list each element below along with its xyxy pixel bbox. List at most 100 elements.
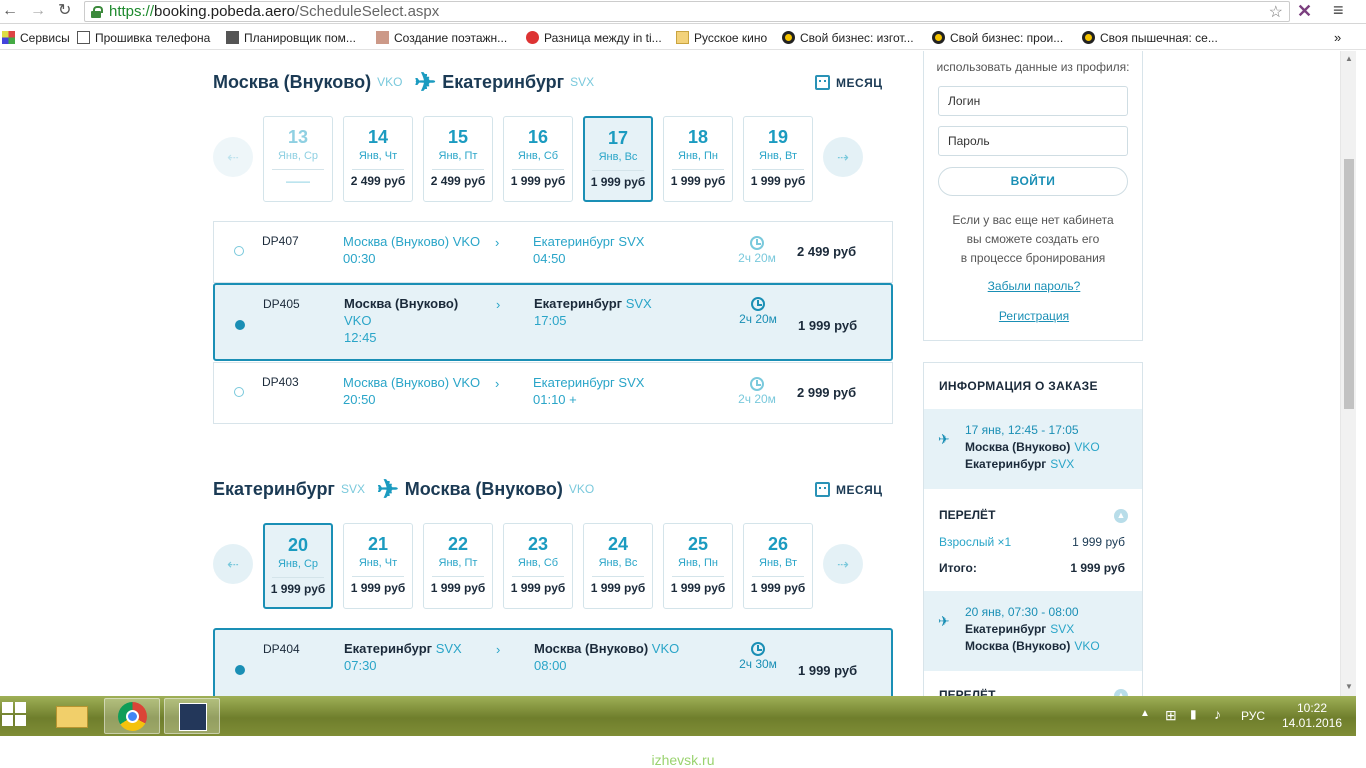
url-text[interactable]: https://booking.pobeda.aero/ScheduleSele… [109, 3, 439, 21]
flight-radio[interactable] [235, 320, 245, 330]
date-weekday: Янв, Вт [759, 150, 797, 162]
prev-dates-button[interactable]: ⇠ [213, 544, 253, 584]
date-card[interactable]: 25 Янв, Пн 1 999 руб [663, 523, 733, 609]
tray-expand-icon[interactable]: ▲ [1140, 708, 1150, 719]
login-button[interactable]: ВОЙТИ [938, 167, 1128, 196]
divider [352, 576, 404, 577]
date-number: 18 [687, 127, 709, 147]
collapse-chevron-icon[interactable]: ▲ [1114, 509, 1128, 523]
scroll-thumb[interactable] [1344, 159, 1354, 409]
flight-row[interactable]: DP403 Москва (Внуково) VKO 20:50 › Екатеринб… [213, 362, 893, 424]
network-icon[interactable]: ▮ [1190, 707, 1197, 721]
bookmarks-more-button[interactable]: » [1334, 31, 1341, 45]
segment-time: 20 янв, 07:30 - 08:00 [965, 605, 1079, 619]
date-card[interactable]: 20 Янв, Ср 1 999 руб [263, 523, 333, 609]
bookmark-folder[interactable]: Русское кино [676, 31, 767, 45]
screen: { "browser": { "url_scheme": "https://",… [0, 0, 1366, 768]
flight-radio[interactable] [234, 387, 244, 397]
date-weekday: Янв, Вт [759, 557, 797, 569]
flight-price: 1 999 руб [798, 318, 858, 333]
divider [272, 169, 324, 170]
date-weekday: Янв, Пн [678, 557, 718, 569]
chrome-icon[interactable] [104, 698, 160, 734]
file-explorer-icon[interactable] [44, 698, 100, 734]
divider [512, 576, 564, 577]
date-card[interactable]: 23 Янв, Сб 1 999 руб [503, 523, 573, 609]
flight-radio[interactable] [234, 246, 244, 256]
back-arrow-icon[interactable]: ← [2, 2, 18, 20]
forward-arrow-icon[interactable]: → [30, 2, 46, 20]
next-dates-button[interactable]: ⇢ [823, 137, 863, 177]
departure-info: Москва (Внуково) VKO 00:30 [343, 234, 481, 266]
bookmark-item[interactable]: Прошивка телефона [77, 31, 210, 45]
clock[interactable]: 10:22 14.01.2016 [1280, 701, 1344, 731]
date-card[interactable]: 15 Янв, Пт 2 499 руб [423, 116, 493, 202]
watermark-area: izhevsk.ru [0, 736, 1366, 768]
scroll-up-icon[interactable]: ▲ [1345, 54, 1353, 63]
date-card[interactable]: 21 Янв, Чт 1 999 руб [343, 523, 413, 609]
flight-number: DP403 [262, 375, 299, 389]
prev-dates-button[interactable]: ⇠ [213, 137, 253, 177]
date-weekday: Янв, Вс [598, 151, 638, 163]
collapse-chevron-icon[interactable]: ▲ [1114, 689, 1128, 696]
bookmark-item[interactable]: Планировщик пом... [226, 31, 356, 45]
month-button[interactable]: МЕСЯЦ [815, 482, 883, 497]
next-dates-button[interactable]: ⇢ [823, 544, 863, 584]
order-segment: ✈ 17 янв, 12:45 - 17:05 Москва (Внуково)… [924, 409, 1142, 489]
bookmark-item[interactable]: Своя пышечная: се... [1082, 31, 1218, 45]
date-price: 1 999 руб [350, 581, 406, 595]
bookmark-star-icon[interactable]: ☆ [1269, 2, 1283, 22]
bookmark-item[interactable]: Свой бизнес: прои... [932, 31, 1063, 45]
scroll-down-icon[interactable]: ▼ [1345, 682, 1353, 691]
extension-icon[interactable]: ✕ [1297, 1, 1312, 22]
reload-icon[interactable]: ↻ [58, 2, 71, 20]
login-input[interactable]: Логин [938, 86, 1128, 116]
date-card[interactable]: 24 Янв, Вс 1 999 руб [583, 523, 653, 609]
order-title: ИНФОРМАЦИЯ О ЗАКАЗЕ [939, 379, 1098, 393]
date-card[interactable]: 13 Янв, Ср —— [263, 116, 333, 202]
windows-start-icon[interactable] [2, 702, 28, 728]
draw-icon [376, 31, 389, 44]
flight-radio[interactable] [235, 665, 245, 675]
language-indicator[interactable]: РУС [1241, 709, 1265, 723]
arrival-plane-icon: ✈ [938, 613, 950, 629]
flag-icon[interactable]: ⊞ [1165, 707, 1177, 724]
date-card[interactable]: 16 Янв, Сб 1 999 руб [503, 116, 573, 202]
departure-info: Москва (Внуково) VKO 20:50 [343, 375, 481, 407]
menu-icon[interactable]: ≡ [1333, 0, 1344, 21]
date-card[interactable]: 19 Янв, Вт 1 999 руб [743, 116, 813, 202]
date-number: 21 [367, 534, 389, 554]
departure-info: Москва (Внуково) VKO 12:45 [344, 296, 459, 345]
arrival-info: Екатеринбург SVX 01:10 + [533, 375, 645, 407]
bookmark-item[interactable]: Свой бизнес: изгот... [782, 31, 914, 45]
drawing-app-icon[interactable] [164, 698, 220, 734]
date-card[interactable]: 26 Янв, Вт 1 999 руб [743, 523, 813, 609]
forgot-password-link[interactable]: Забыли пароль? [924, 279, 1144, 293]
date-card[interactable]: 17 Янв, Вс 1 999 руб [583, 116, 653, 202]
flight-number: DP407 [262, 234, 299, 248]
from-code: VKO [377, 75, 403, 89]
date-card[interactable]: 22 Янв, Пт 1 999 руб [423, 523, 493, 609]
bookmark-services[interactable]: Сервисы [2, 31, 70, 45]
password-input[interactable]: Пароль [938, 126, 1128, 156]
address-bar[interactable]: https://booking.pobeda.aero/ScheduleSele… [84, 1, 1290, 22]
bookmark-item[interactable]: Разница между in ti... [526, 31, 662, 45]
flight-row[interactable]: DP405 Москва (Внуково) VKO 12:45 › Екатеринбу… [213, 283, 893, 361]
date-card[interactable]: 14 Янв, Чт 2 499 руб [343, 116, 413, 202]
flight-row[interactable]: DP404 Екатеринбург SVX 07:30 › Москва (Внуко… [213, 628, 893, 696]
divider [752, 576, 804, 577]
month-button[interactable]: МЕСЯЦ [815, 75, 883, 90]
register-link[interactable]: Регистрация [924, 309, 1144, 323]
taskbar: ▲ ⊞ ▮ ♪ РУС 10:22 14.01.2016 [0, 696, 1356, 736]
date-card[interactable]: 18 Янв, Пн 1 999 руб [663, 116, 733, 202]
volume-icon[interactable]: ♪ [1214, 706, 1221, 722]
date-weekday: Янв, Вс [598, 557, 638, 569]
flight-section-title: ПЕРЕЛЁТ [939, 508, 996, 522]
flight-row[interactable]: DP407 Москва (Внуково) VKO 00:30 › Екатеринб… [213, 221, 893, 283]
clock-icon [750, 377, 764, 391]
bookmark-item[interactable]: Создание поэтажн... [376, 31, 507, 45]
date-price: 2 499 руб [350, 174, 406, 188]
chevron-right-icon: › [495, 376, 500, 391]
page-scrollbar[interactable]: ▲ ▼ [1340, 51, 1356, 696]
outbound-route-title: Москва (Внуково) VKO ✈ Екатеринбург SVX [213, 67, 600, 97]
